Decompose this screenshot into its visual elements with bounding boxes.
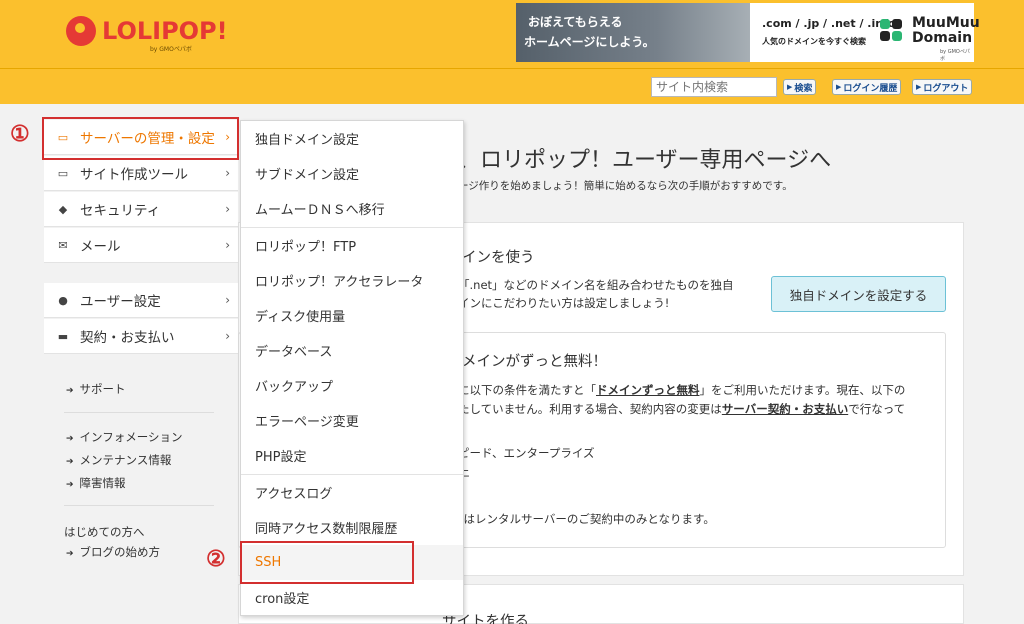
free-domain-text1: に以下の条件を満たすと「ドメインずっと無料」をご利用いただけます。現在、以下の: [458, 383, 906, 397]
logout-button[interactable]: ▶ ログアウト: [912, 79, 973, 95]
sidebar-link-maintenance[interactable]: ➔ メンテナンス情報: [66, 452, 171, 468]
arrow-right-icon: ➔: [66, 386, 74, 396]
arrow-right-icon: ▶: [787, 83, 793, 91]
search-button[interactable]: ▶ 検索: [783, 79, 817, 95]
muumuu-sub: by GMOペパボ: [940, 49, 970, 62]
chevron-right-icon: ›: [225, 166, 230, 180]
sidebar-link-support[interactable]: ➔ サポート: [66, 381, 126, 397]
logo-text: LOLIPOP!: [102, 17, 228, 45]
muumuu-banner[interactable]: おぼえてもらえる ホームページにしよう。 .com / .jp / .net /…: [516, 3, 980, 63]
domain-card-text1: 「.net」などのドメイン名を組み合わせたものを独自: [458, 278, 734, 292]
page-subtitle: ージ作りを始めましょう！簡単に始めるなら次の手順がおすすめです。: [458, 180, 793, 192]
chevron-right-icon: ›: [225, 238, 230, 252]
free-domain-text5: 」はレンタルサーバーのご契約中のみとなります。: [452, 512, 715, 526]
banner-line1: おぼえてもらえる: [528, 15, 623, 29]
free-domain-title: メインがずっと無料！: [462, 354, 607, 370]
laptop-icon: ▭: [57, 166, 69, 180]
sidebar-link-blog-start[interactable]: ➔ ブログの始め方: [66, 544, 160, 560]
submenu-item-error-page[interactable]: エラーページ変更: [241, 403, 463, 438]
submenu-item-access-log[interactable]: アクセスログ: [241, 475, 463, 510]
sidebar-first-time-heading: はじめての方へ: [64, 525, 145, 539]
chevron-right-icon: ›: [225, 202, 230, 216]
submenu-item-php-settings[interactable]: PHP設定: [241, 438, 463, 473]
site-search-input[interactable]: [651, 77, 777, 97]
user-icon: ●: [58, 293, 68, 307]
sidebar-divider: [64, 505, 214, 506]
muumuu-brand: MuuMuu Domain: [912, 15, 980, 46]
shield-icon: ◆: [58, 202, 68, 216]
arrow-right-icon: ➔: [66, 480, 74, 490]
page-title: 、ロリポップ！ユーザー専用ページへ: [458, 148, 832, 173]
arrow-right-icon: ➔: [66, 434, 74, 444]
sidebar-item-site-tools[interactable]: ▭ サイト作成ツール ›: [44, 156, 238, 191]
domain-card-text2: インにこだわりたい方は設定しましょう!: [458, 296, 670, 310]
submenu-item-muumuu-dns[interactable]: ムームーＤＮＳへ移行: [241, 191, 463, 226]
sidebar-item-security[interactable]: ◆ セキュリティ ›: [44, 192, 238, 227]
submenu-item-disk-usage[interactable]: ディスク使用量: [241, 298, 463, 333]
banner-tlds: .com / .jp / .net / .info: [762, 17, 896, 30]
submenu-item-subdomain[interactable]: サブドメイン設定: [241, 156, 463, 191]
login-history-button[interactable]: ▶ ログイン履歴: [832, 79, 902, 95]
arrow-right-icon: ▶: [916, 83, 922, 91]
logo-sub: by GMOペパボ: [150, 46, 192, 53]
sidebar-item-contract-payment[interactable]: ▬ 契約・お支払い ›: [44, 319, 238, 354]
submenu-item-cron[interactable]: cron設定: [241, 580, 463, 615]
sidebar-item-user-settings[interactable]: ● ユーザー設定 ›: [44, 283, 238, 318]
contract-payment-link[interactable]: サーバー契約・お支払い: [722, 402, 848, 416]
mail-icon: ✉: [58, 238, 68, 252]
arrow-right-icon: ➔: [66, 549, 74, 559]
muumuu-logo-icon: [880, 19, 906, 45]
submenu-item-accelerator[interactable]: ロリポップ！アクセラレータ: [241, 263, 463, 298]
domain-card-title: インを使う: [462, 250, 535, 266]
submenu-item-database[interactable]: データベース: [241, 333, 463, 368]
toolbar: ▶ 検索 ▶ ログイン履歴 ▶ ログアウト: [0, 68, 1024, 104]
header: LOLIPOP! by GMOペパボ おぼえてもらえる ホームページにしよう。 …: [0, 0, 1024, 68]
arrow-right-icon: ▶: [836, 83, 842, 91]
free-domain-link[interactable]: ドメインずっと無料: [596, 383, 700, 397]
chevron-right-icon: ›: [225, 329, 230, 343]
lolipop-logo-icon: [66, 16, 96, 46]
submenu-item-access-limit-history[interactable]: 同時アクセス数制限履歴: [241, 510, 463, 545]
step2-highlight-box: [240, 541, 414, 584]
credit-card-icon: ▬: [57, 329, 69, 343]
submenu-item-ftp[interactable]: ロリポップ！FTP: [241, 228, 463, 263]
lolipop-logo[interactable]: LOLIPOP!: [66, 16, 228, 46]
banner-tagline: 人気のドメインを今すぐ検索: [762, 37, 866, 46]
submenu-item-custom-domain[interactable]: 独自ドメイン設定: [241, 121, 463, 156]
sidebar-divider: [64, 412, 214, 413]
banner-line2: ホームページにしよう。: [524, 35, 655, 49]
step2-number: ②: [206, 546, 226, 572]
sidebar-link-information[interactable]: ➔ インフォメーション: [66, 429, 182, 445]
banner-right: .com / .jp / .net / .info 人気のドメインを今すぐ検索 …: [750, 3, 980, 63]
sidebar-item-mail[interactable]: ✉ メール ›: [44, 228, 238, 263]
free-domain-text3: ピード、エンタープライズ: [458, 446, 595, 460]
step1-highlight-box: [42, 117, 239, 160]
step1-number: ①: [10, 121, 30, 147]
banner-photo: おぼえてもらえる ホームページにしよう。: [516, 3, 750, 62]
sidebar-link-incident[interactable]: ➔ 障害情報: [66, 475, 126, 491]
chevron-right-icon: ›: [225, 293, 230, 307]
set-domain-button[interactable]: 独自ドメインを設定する: [771, 276, 946, 312]
submenu-item-backup[interactable]: バックアップ: [241, 368, 463, 403]
arrow-right-icon: ➔: [66, 457, 74, 467]
free-domain-text2: たしていません。利用する場合、契約内容の変更はサーバー契約・お支払いで行なって: [458, 402, 906, 416]
